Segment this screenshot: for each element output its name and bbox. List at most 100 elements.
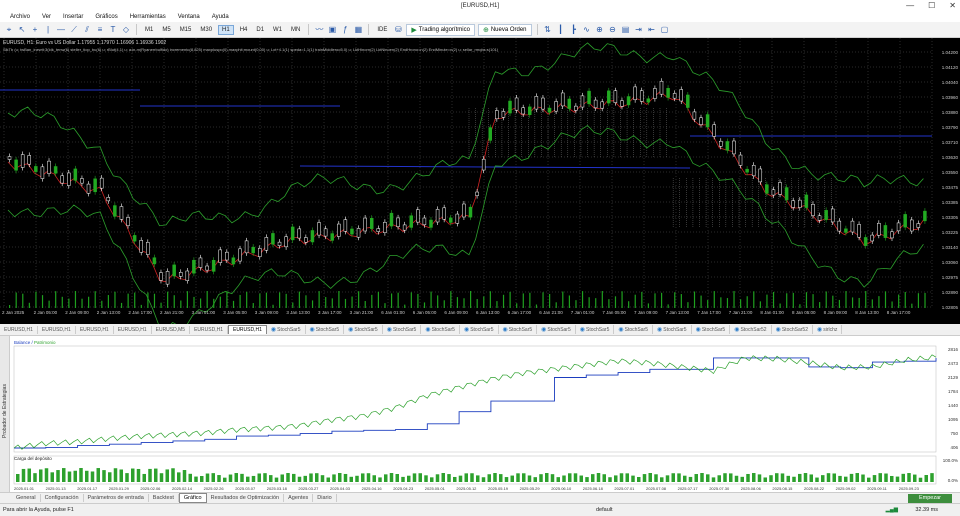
chart-tab-21[interactable]: ◉sirlchz [813, 325, 843, 334]
chart-tab-6[interactable]: EURUSD,H1 [227, 325, 267, 334]
zoom-in-icon[interactable]: ⊕ [595, 25, 605, 35]
crosshair-tool-icon[interactable]: + [30, 25, 40, 35]
chart-tab-4[interactable]: EURUSD,M5 [152, 325, 191, 334]
deposit-load-bar [424, 475, 428, 482]
tester-tab-configuraci-n[interactable]: Configuración [41, 494, 84, 502]
menu-graficos[interactable]: Gráficos [89, 14, 123, 20]
deposit-load-bar [430, 477, 434, 482]
volume-bar [213, 298, 215, 308]
chart-tab-5[interactable]: EURUSD,H1 [190, 325, 228, 334]
candle-body [732, 140, 736, 155]
chart-tab-11[interactable]: ◉StochSar5 [421, 325, 460, 334]
objects-icon[interactable]: ▦ [353, 25, 363, 35]
shift-icon[interactable]: ⇤ [647, 25, 657, 35]
menu-archivo[interactable]: Archivo [4, 14, 36, 20]
chart-tab-9[interactable]: ◉StochSar5 [344, 325, 383, 334]
trendline-icon[interactable]: ⟋ [69, 25, 79, 35]
tester-tab-general[interactable]: General [12, 494, 41, 502]
line-chart-icon[interactable]: ∿ [582, 25, 592, 35]
maximize-icon[interactable]: ☐ [928, 1, 935, 10]
time-scale[interactable]: 2 Jan 2025 2 Jan 05:00 2 Jan 09:00 2 Jan 13… [0, 308, 932, 324]
chart-tab-15[interactable]: ◉StochSar5 [576, 325, 615, 334]
chart-tab-1[interactable]: EURUSD,H1 [38, 325, 76, 334]
timeframe-h4[interactable]: H4 [237, 26, 251, 34]
bars-icon[interactable]: ┣ [569, 25, 579, 35]
cursor-icon[interactable]: ↖ [17, 25, 27, 35]
horizontal-line-icon[interactable]: ― [56, 25, 66, 35]
chart-tab-0[interactable]: EURUSD,H1 [0, 325, 38, 334]
minimize-icon[interactable]: — [906, 1, 914, 10]
deposit-load-bar [79, 468, 83, 482]
ide-button[interactable]: IDE [374, 26, 390, 34]
tester-tab-gr-fico[interactable]: Gráfico [178, 493, 207, 503]
timeframe-m5[interactable]: M5 [159, 26, 173, 34]
candle-body [712, 124, 716, 137]
tester-tab-resultados-de-optimizaci-n[interactable]: Resultados de Optimización [207, 494, 285, 502]
tile-icon[interactable]: ▤ [621, 25, 631, 35]
balance-x-tick: 2025.05.12 [456, 486, 477, 491]
chart-tab-17[interactable]: ◉StochSar5 [653, 325, 692, 334]
volume-bar [733, 291, 735, 308]
menu-herramientas[interactable]: Herramientas [124, 14, 172, 20]
time-tick: 3 Jan 13:00 [286, 310, 310, 315]
chart-tab-label: StochSar5 [701, 327, 726, 333]
chart-tab-8[interactable]: ◉StochSar5 [306, 325, 345, 334]
chart-type-icon[interactable]: 〰 [314, 25, 324, 35]
volume-bar [127, 293, 129, 308]
timeframe-m30[interactable]: M30 [197, 26, 215, 34]
timeframe-w1[interactable]: W1 [270, 26, 285, 34]
chart-tab-13[interactable]: ◉StochSar5 [499, 325, 538, 334]
new-order-button[interactable]: ⊕ Nueva Orden [477, 23, 532, 36]
chart-tab-14[interactable]: ◉StochSar5 [537, 325, 576, 334]
start-button[interactable]: Empezar [908, 494, 952, 503]
time-tick: 3 Jan 21:00 [349, 310, 374, 315]
algo-trading-button[interactable]: ▶ Trading algorítmico [406, 23, 475, 36]
tester-tab-agentes[interactable]: Agentes [284, 494, 314, 502]
text-icon[interactable]: T [108, 25, 118, 35]
crosshair-icon[interactable]: ⌖ [4, 25, 14, 35]
vertical-line-icon[interactable]: | [43, 25, 53, 35]
candle-body [416, 209, 420, 223]
chart-tab-19[interactable]: ◉StochSar52 [730, 325, 772, 334]
tester-tab-par-metros-de-entrada[interactable]: Parámetros de entrada [84, 494, 149, 502]
timeframe-h1[interactable]: H1 [218, 24, 234, 35]
close-icon[interactable]: ✕ [949, 1, 956, 10]
chart-tab-3[interactable]: EURUSD,H1 [114, 325, 152, 334]
menu-ver[interactable]: Ver [36, 14, 57, 20]
menu-insertar[interactable]: Insertar [57, 14, 89, 20]
volume-bar [470, 291, 472, 308]
timeframe-m1[interactable]: M1 [142, 26, 156, 34]
chart-tab-20[interactable]: ◉StochSar52 [772, 325, 813, 334]
chart-tab-10[interactable]: ◉StochSar5 [383, 325, 422, 334]
chart-tab-18[interactable]: ◉StochSar5 [692, 325, 731, 334]
menu-ventana[interactable]: Ventana [172, 14, 206, 20]
template-icon[interactable]: ▣ [327, 25, 337, 35]
tester-tab-diario[interactable]: Diario [313, 494, 337, 502]
price-chart[interactable]: EURUSD, H1: Euro vs US Dollar 1.17955 1.… [0, 38, 960, 324]
database-icon[interactable]: ⛁ [393, 25, 403, 35]
menu-ayuda[interactable]: Ayuda [206, 14, 235, 20]
deposit-load-bar [56, 470, 60, 482]
indicators-icon[interactable]: ƒ [340, 25, 350, 35]
timeframe-m15[interactable]: M15 [177, 26, 195, 34]
shapes-icon[interactable]: ◇ [121, 25, 131, 35]
timeframe-d1[interactable]: D1 [253, 26, 267, 34]
channel-icon[interactable]: ⫽ [82, 25, 92, 35]
chart-tab-16[interactable]: ◉StochSar5 [614, 325, 653, 334]
up-down-icon[interactable]: ⇅ [543, 25, 553, 35]
screenshot-icon[interactable]: ▢ [660, 25, 670, 35]
candle-body [172, 264, 176, 277]
chart-tab-12[interactable]: ◉StochSar5 [460, 325, 499, 334]
timeframe-mn[interactable]: MN [288, 26, 303, 34]
candles-icon[interactable]: ┃ [556, 25, 566, 35]
chart-tab-7[interactable]: ◉StochSar5 [267, 325, 306, 334]
price-scale[interactable]: 1.04200 1.04120 1.04040 1.03960 1.03880 1.037… [932, 38, 960, 310]
chart-tab-2[interactable]: EURUSD,H1 [76, 325, 114, 334]
tester-tab-backtest[interactable]: Backtest [149, 494, 179, 502]
autoscroll-icon[interactable]: ⇥ [634, 25, 644, 35]
candle-body [211, 259, 216, 272]
fibo-icon[interactable]: ≡ [95, 25, 105, 35]
deposit-load-bar [257, 473, 261, 482]
deposit-load-bar [154, 468, 158, 482]
zoom-out-icon[interactable]: ⊖ [608, 25, 618, 35]
